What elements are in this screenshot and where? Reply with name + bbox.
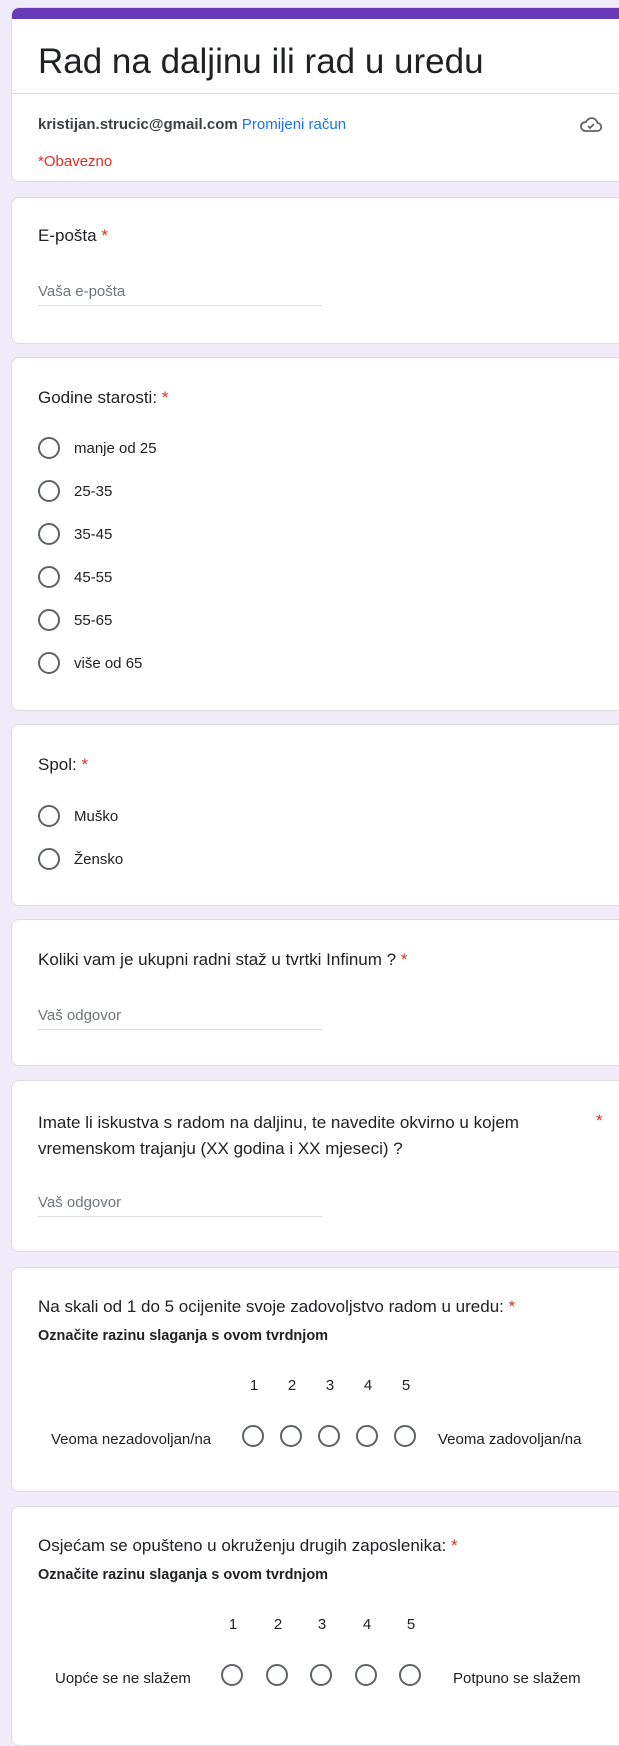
question-title: Na skali od 1 do 5 ocijenite svoje zadov… (38, 1294, 515, 1320)
scale-radio-3[interactable] (310, 1664, 332, 1686)
scale-radio-3[interactable] (318, 1425, 340, 1447)
scale-number: 2 (273, 1616, 283, 1633)
question-title: Imate li iskustva s radom na daljinu, te… (38, 1110, 519, 1162)
question-subtitle: Označite razinu slaganja s ovom tvrdnjom (38, 1567, 329, 1583)
scale-number: 4 (362, 1616, 372, 1633)
gender-option-male[interactable]: Muško (38, 804, 118, 828)
header-accent-band (12, 8, 619, 19)
scale-radio-5[interactable] (399, 1664, 421, 1686)
scale-number: 1 (228, 1616, 238, 1633)
scale-high-label: Potpuno se slažem (453, 1670, 581, 1687)
age-option-25-35[interactable]: 25-35 (38, 479, 112, 503)
option-label: 25-35 (74, 482, 113, 500)
header-divider (12, 93, 619, 94)
option-label: 35-45 (74, 525, 113, 543)
required-asterisk: * (400, 950, 408, 969)
question-title-line: Imate li iskustva s radom na daljinu, te… (38, 1113, 519, 1132)
option-label: 55-65 (74, 611, 113, 629)
radio-button[interactable] (38, 480, 60, 502)
question-relaxed-card: Osjećam se opušteno u okruženju drugih z… (11, 1506, 619, 1746)
required-asterisk: * (101, 226, 108, 245)
required-note: *Obavezno (38, 153, 113, 170)
radio-button[interactable] (38, 848, 60, 870)
scale-number: 2 (287, 1377, 297, 1394)
question-email-card: E-pošta * Vaša e-pošta (11, 197, 619, 344)
question-title-text: Osjećam se opušteno u okruženju drugih z… (38, 1536, 447, 1555)
radio-button[interactable] (38, 437, 60, 459)
question-title-line: vremenskom trajanju (XX godina i XX mjes… (38, 1139, 403, 1158)
question-office-card: Na skali od 1 do 5 ocijenite svoje zadov… (11, 1267, 619, 1492)
scale-number: 5 (406, 1616, 416, 1633)
radio-button[interactable] (38, 523, 60, 545)
radio-button[interactable] (38, 609, 60, 631)
scale-radio-5[interactable] (394, 1425, 416, 1447)
question-title-text: Godine starosti: (38, 388, 158, 407)
question-title: Osjećam se opušteno u okruženju drugih z… (38, 1533, 458, 1559)
question-remote-card: Imate li iskustva s radom na daljinu, te… (11, 1080, 619, 1252)
required-asterisk: * (596, 1111, 603, 1130)
age-option-35-45[interactable]: 35-45 (38, 522, 112, 546)
switch-account-link[interactable]: Promijeni račun (242, 116, 346, 133)
question-title: E-pošta * (38, 223, 108, 249)
scale-high-label: Veoma zadovoljan/na (438, 1431, 582, 1448)
question-tenure-card: Koliki vam je ukupni radni staž u tvrtki… (11, 919, 619, 1066)
question-title-text: Koliki vam je ukupni radni staž u tvrtki… (38, 950, 397, 969)
age-option-over-65[interactable]: više od 65 (38, 651, 142, 675)
radio-button[interactable] (38, 805, 60, 827)
scale-radio-2[interactable] (266, 1664, 288, 1686)
question-title-text: Spol: (38, 755, 77, 774)
required-asterka: * (161, 388, 169, 407)
scale-radio-4[interactable] (356, 1425, 378, 1447)
scale-low-label: Uopće se ne slažem (55, 1670, 191, 1687)
scale-radio-2[interactable] (280, 1425, 302, 1447)
scale-number: 4 (363, 1377, 373, 1394)
age-option-55-65[interactable]: 55-65 (38, 608, 112, 632)
question-subtitle: Označite razinu slaganja s ovom tvrdnjom (38, 1328, 329, 1344)
option-label: više od 65 (74, 654, 143, 672)
radio-button[interactable] (38, 566, 60, 588)
option-label: Žensko (74, 850, 124, 868)
question-title: Spol: * (38, 752, 88, 778)
option-label: 45-55 (74, 568, 113, 586)
question-gender-card: Spol: * Muško Žensko (11, 724, 619, 906)
scale-radio-4[interactable] (355, 1664, 377, 1686)
scale-low-label: Veoma nezadovoljan/na (51, 1431, 212, 1448)
gender-option-female[interactable]: Žensko (38, 847, 123, 871)
required-asterisk: * (508, 1297, 516, 1316)
scale-number: 1 (249, 1377, 259, 1394)
question-title: Godine starosti: * (38, 385, 168, 411)
required-asterisk: * (81, 755, 89, 774)
email-field[interactable]: Vaša e-pošta (38, 283, 322, 306)
form-title: Rad na daljinu ili rad u uredu (38, 42, 484, 81)
age-option-under-25[interactable]: manje od 25 (38, 436, 157, 460)
radio-button[interactable] (38, 652, 60, 674)
account-row: kristijan.strucic@gmail.com Promijeni ra… (38, 116, 346, 133)
scale-radio-1[interactable] (242, 1425, 264, 1447)
option-label: Muško (74, 807, 119, 825)
account-email: kristijan.strucic@gmail.com (38, 116, 238, 133)
scale-radio-1[interactable] (221, 1664, 243, 1686)
age-option-45-55[interactable]: 45-55 (38, 565, 112, 589)
option-label: manje od 25 (74, 439, 157, 457)
scale-number: 3 (317, 1616, 327, 1633)
remote-answer-field[interactable]: Vaš odgovor (38, 1194, 322, 1217)
question-age-card: Godine starosti: * manje od 25 25-35 35-… (11, 357, 619, 711)
cloud-saved-icon[interactable] (579, 115, 603, 135)
question-title-text: Na skali od 1 do 5 ocijenite svoje zadov… (38, 1297, 504, 1316)
tenure-answer-field[interactable]: Vaš odgovor (38, 1007, 322, 1030)
question-title: Koliki vam je ukupni radni staž u tvrtki… (38, 947, 407, 973)
question-title-text: E-pošta (38, 226, 97, 245)
scale-number: 5 (401, 1377, 411, 1394)
required-asterisk: * (450, 1536, 458, 1555)
scale-number: 3 (325, 1377, 335, 1394)
form-header-card: Rad na daljinu ili rad u uredu kristijan… (11, 7, 619, 182)
